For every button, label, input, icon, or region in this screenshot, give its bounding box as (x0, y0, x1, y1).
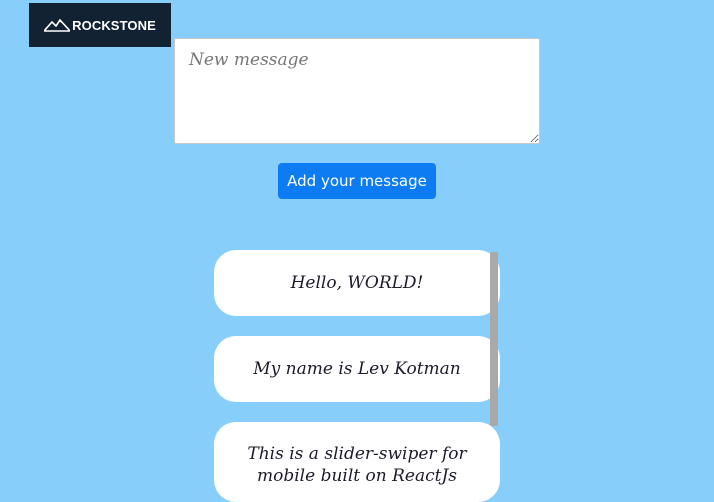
new-message-input[interactable] (174, 38, 540, 144)
mountain-icon (44, 18, 71, 32)
message-card[interactable]: My name is Lev Kotman (214, 336, 500, 402)
rockstone-logo: ROCKSTONE (29, 3, 171, 47)
message-card[interactable]: Hello, WORLD! (214, 250, 500, 316)
message-text: My name is Lev Kotman (253, 359, 461, 379)
message-text: This is a slider-swiper for mobile built… (247, 444, 467, 486)
message-slider[interactable]: Hello, WORLD! My name is Lev Kotman This… (214, 250, 500, 502)
message-text: Hello, WORLD! (290, 273, 424, 293)
logo-text: ROCKSTONE (72, 17, 156, 33)
slider-scrollbar[interactable] (490, 252, 498, 426)
message-card[interactable]: This is a slider-swiper for mobile built… (214, 422, 500, 502)
add-message-button[interactable]: Add your message (278, 163, 436, 199)
